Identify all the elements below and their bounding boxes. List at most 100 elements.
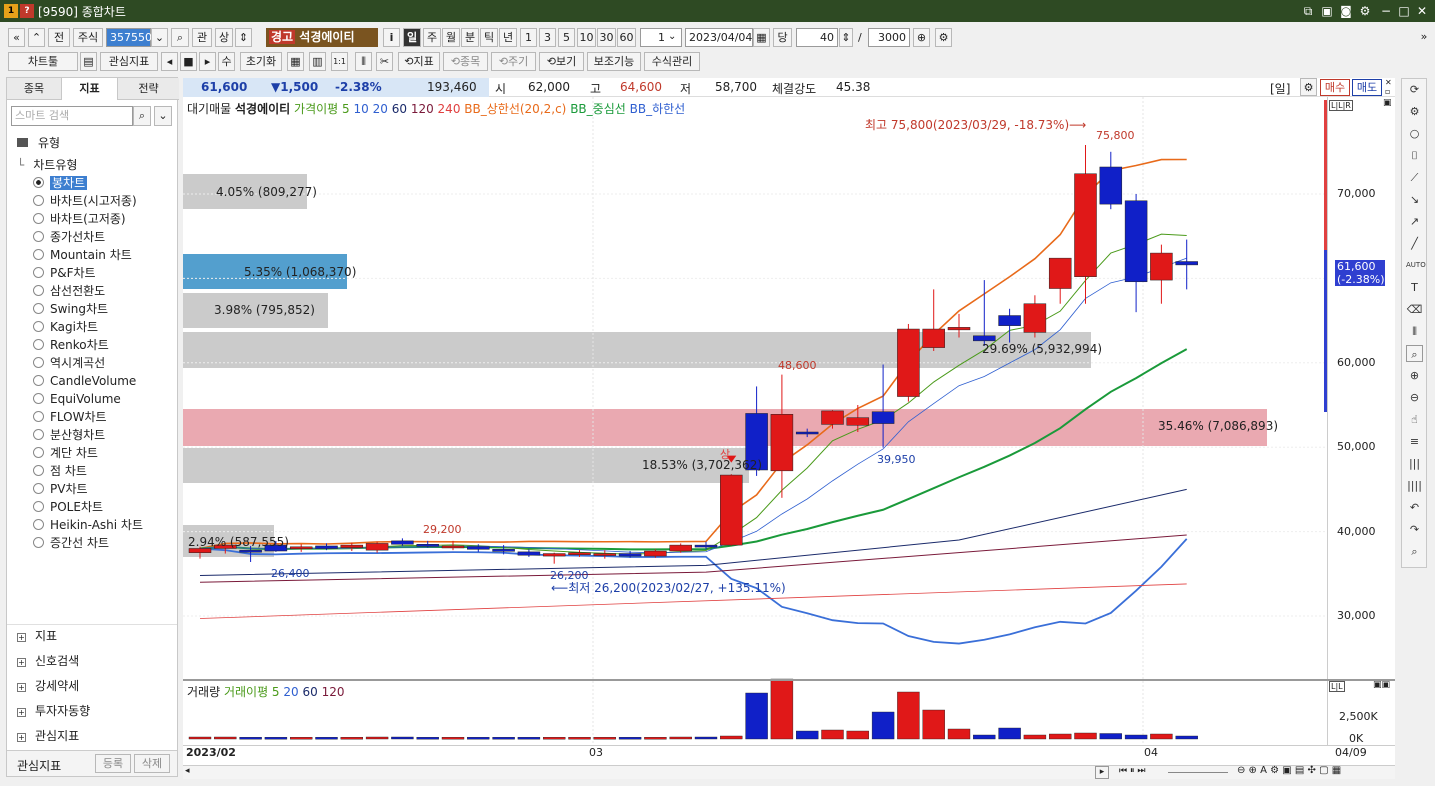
- view-button[interactable]: ⟲보기: [539, 52, 584, 71]
- stock-button[interactable]: ⟲종목: [443, 52, 488, 71]
- tab-indicator[interactable]: 지표: [62, 78, 118, 100]
- period-tick-button[interactable]: 틱: [480, 28, 498, 47]
- chart-type-option[interactable]: 계단 차트: [33, 444, 98, 462]
- play-left-icon[interactable]: ◂: [161, 52, 178, 71]
- chart-type-option[interactable]: 분산형차트: [33, 426, 105, 444]
- line-icon[interactable]: ╱: [1406, 235, 1423, 252]
- radio-icon[interactable]: [33, 303, 44, 314]
- interval-1-button[interactable]: 1: [520, 28, 537, 47]
- expand-plus-icon[interactable]: +: [17, 733, 26, 742]
- radio-icon[interactable]: [33, 501, 44, 512]
- settings-icon[interactable]: ⚙: [1357, 3, 1373, 19]
- arrow-line-icon[interactable]: ↘: [1406, 191, 1423, 208]
- bars-icon[interactable]: |||: [1406, 455, 1423, 472]
- volume-legend-item[interactable]: 20: [283, 685, 298, 699]
- scissors-icon[interactable]: ✂: [376, 52, 393, 71]
- count-input[interactable]: 40: [796, 28, 838, 47]
- chart-type-option[interactable]: 바차트(고저종): [33, 210, 126, 228]
- radio-icon[interactable]: [33, 249, 44, 260]
- reset-button[interactable]: 초기화: [240, 52, 282, 71]
- refresh-icon[interactable]: ⟳: [1406, 81, 1423, 98]
- search-icon[interactable]: ⌕: [1406, 543, 1423, 560]
- save-icon[interactable]: ▤: [80, 52, 97, 71]
- candle-icon[interactable]: ⫴: [1406, 323, 1423, 340]
- radio-icon[interactable]: [33, 393, 44, 404]
- upper-button[interactable]: 상: [215, 28, 233, 47]
- date-input[interactable]: 2023/04/04: [685, 28, 753, 47]
- tree-node[interactable]: + 강세약세: [17, 675, 79, 697]
- chart-type-option[interactable]: Kagi차트: [33, 318, 98, 336]
- radio-icon[interactable]: [33, 231, 44, 242]
- aux-function-button[interactable]: 보조기능: [587, 52, 641, 71]
- interval-5-button[interactable]: 5: [558, 28, 575, 47]
- zoom-in-icon[interactable]: ⊕: [913, 28, 930, 47]
- smart-search-input[interactable]: 스마트 검색: [11, 106, 133, 126]
- zoom-in-icon[interactable]: ⊕: [1406, 367, 1423, 384]
- spinner-icon[interactable]: ⇕: [839, 28, 853, 47]
- trend-icon[interactable]: ⟋: [1406, 169, 1423, 186]
- interval-60-button[interactable]: 60: [617, 28, 636, 47]
- expand-plus-icon[interactable]: +: [17, 658, 26, 667]
- chart-type-option[interactable]: 봉차트: [33, 174, 88, 192]
- radio-icon[interactable]: [33, 465, 44, 476]
- candle-icon[interactable]: ⫴: [355, 52, 372, 71]
- volume-legend-item[interactable]: 거래이평 5: [224, 685, 280, 699]
- minimize-icon[interactable]: −: [1378, 3, 1394, 19]
- grid-icon[interactable]: ▦: [287, 52, 304, 71]
- watch-button[interactable]: 관: [192, 28, 212, 47]
- arrow-line-icon[interactable]: ↗: [1406, 213, 1423, 230]
- legend-item[interactable]: 석경에이티: [235, 102, 290, 116]
- chevron-down-icon[interactable]: ⌄: [668, 31, 676, 42]
- max-count-input[interactable]: 3000: [868, 28, 910, 47]
- tree-chart-type[interactable]: └ 차트유형: [17, 156, 77, 173]
- expand-plus-icon[interactable]: +: [17, 683, 26, 692]
- legend-item[interactable]: 240: [438, 102, 461, 116]
- expand-plus-icon[interactable]: +: [17, 633, 26, 642]
- save-icon[interactable]: ▣: [1319, 3, 1335, 19]
- radio-icon[interactable]: [33, 357, 44, 368]
- chart-tool-button[interactable]: 차트툴: [8, 52, 78, 71]
- radio-icon[interactable]: [33, 267, 44, 278]
- radio-icon[interactable]: [33, 339, 44, 350]
- zoom-slider[interactable]: [1168, 772, 1228, 773]
- chart-type-option[interactable]: 역시계곡선: [33, 354, 105, 372]
- period-day-button[interactable]: 일: [403, 28, 421, 47]
- tree-type[interactable]: 유형: [17, 134, 60, 151]
- chart-type-option[interactable]: POLE차트: [33, 498, 103, 516]
- chart-type-option[interactable]: 종가선차트: [33, 228, 105, 246]
- legend-item[interactable]: 대기매물: [187, 102, 231, 116]
- buy-button[interactable]: 매수: [1320, 79, 1350, 96]
- chart-type-option[interactable]: Swing차트: [33, 300, 108, 318]
- zoom-icon[interactable]: ⌕: [1406, 345, 1423, 362]
- legend-item[interactable]: 20: [373, 102, 388, 116]
- chart-type-option[interactable]: 증간선 차트: [33, 534, 109, 552]
- sell-button[interactable]: 매도: [1352, 79, 1382, 96]
- chart-type-option[interactable]: PV차트: [33, 480, 88, 498]
- period-year-button[interactable]: 년: [499, 28, 517, 47]
- text-icon[interactable]: T: [1406, 279, 1423, 296]
- legend-item[interactable]: 120: [411, 102, 434, 116]
- period-minute-button[interactable]: 분: [461, 28, 479, 47]
- panel-max-icon[interactable]: ▣▣: [1373, 680, 1390, 690]
- x-axis[interactable]: [183, 745, 1395, 765]
- one-to-one-icon[interactable]: 1:1: [331, 52, 348, 71]
- maximize-icon[interactable]: □: [1396, 3, 1412, 19]
- radio-icon[interactable]: [33, 519, 44, 530]
- indicator-button[interactable]: ⟲지표: [398, 52, 440, 71]
- tree-node[interactable]: + 지표: [17, 625, 57, 647]
- circle-icon[interactable]: ○: [1406, 125, 1423, 142]
- legend-item[interactable]: 10: [353, 102, 368, 116]
- playback-controls[interactable]: ⏮ ⏸ ⏭: [1119, 766, 1145, 776]
- chart-type-option[interactable]: Heikin-Ashi 차트: [33, 516, 143, 534]
- redo-icon[interactable]: ↷: [1406, 521, 1423, 538]
- radio-icon[interactable]: [33, 411, 44, 422]
- radio-icon[interactable]: [33, 321, 44, 332]
- radio-icon[interactable]: [33, 483, 44, 494]
- link-icon[interactable]: ⧉: [1300, 3, 1316, 19]
- radio-icon[interactable]: [33, 429, 44, 440]
- table-icon[interactable]: ▥: [309, 52, 326, 71]
- eraser-icon[interactable]: ⌫: [1406, 301, 1423, 318]
- radio-icon[interactable]: [33, 177, 44, 188]
- delete-button[interactable]: 삭제: [134, 754, 170, 773]
- period-button[interactable]: ⟲주기: [491, 52, 536, 71]
